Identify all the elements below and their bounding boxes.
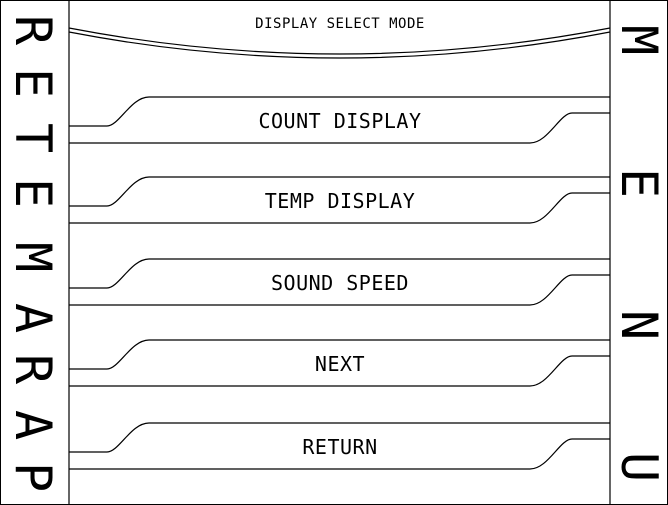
next-button[interactable]: NEXT [70,341,610,401]
sound-speed-button[interactable]: SOUND SPEED [70,260,610,320]
temp-display-button[interactable]: TEMP DISPLAY [70,178,610,238]
menu-item-label: NEXT [314,352,366,376]
count-display-button[interactable]: COUNT DISPLAY [70,98,610,158]
banner-letter: M [4,241,62,273]
return-button[interactable]: RETURN [70,424,610,484]
page-title: DISPLAY SELECT MODE [255,16,425,32]
banner-letter: R [4,353,62,385]
menu-item-label: SOUND SPEED [271,271,409,295]
menu-item-label: RETURN [302,435,378,459]
menu-item-label: COUNT DISPLAY [258,109,422,133]
banner-letter: M [610,24,668,56]
banner-letter: P [4,461,62,493]
banner-letter: U [610,451,668,483]
banner-letter: E [4,67,62,99]
banner-letter: E [610,167,668,199]
banner-letter: T [4,122,62,154]
parameter-menu-screen: R E T E M A R A P M E N U DISPLAY SELECT… [0,0,668,505]
banner-letter: N [610,309,668,341]
banner-letter: E [4,177,62,209]
menu-item-label: TEMP DISPLAY [264,189,416,213]
